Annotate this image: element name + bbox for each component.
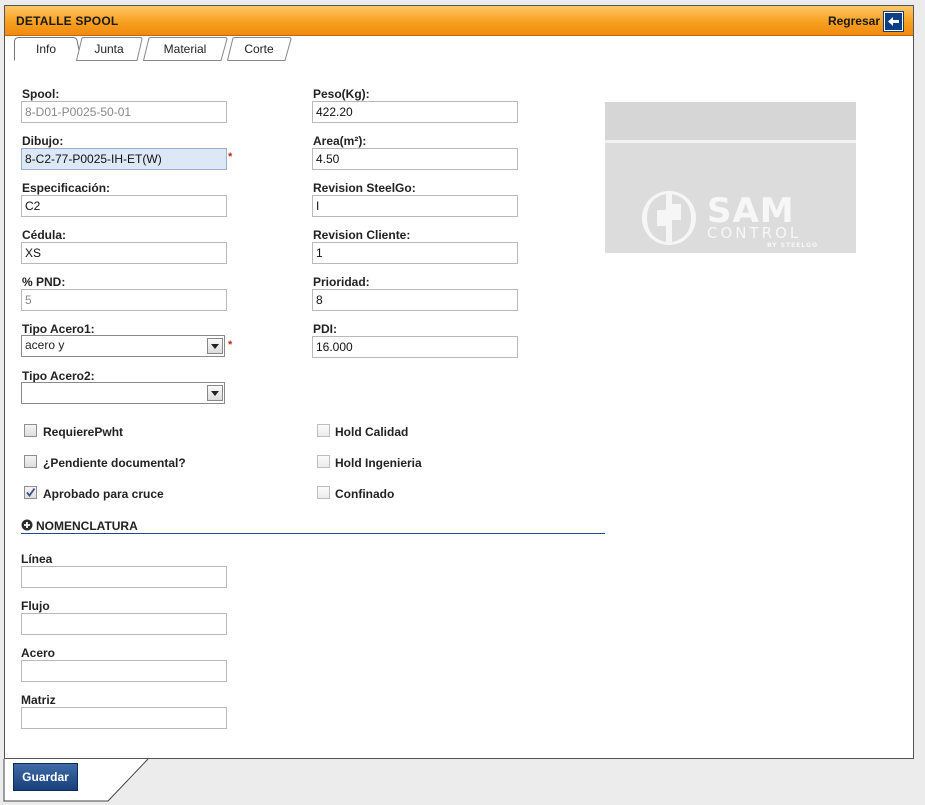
nomenclatura-section-header[interactable]: NOMENCLATURA <box>21 519 605 534</box>
pdi-label: PDI: <box>313 322 337 336</box>
pendiente-documental-label: ¿Pendiente documental? <box>43 456 186 470</box>
aprobado-cruce-label: Aprobado para cruce <box>43 487 164 501</box>
tipo-acero1-value: acero y <box>25 338 65 352</box>
tab-junta-label[interactable]: Junta <box>94 42 123 56</box>
tab-info-label[interactable]: Info <box>36 42 56 56</box>
tab-info[interactable]: Info <box>14 37 82 61</box>
tab-junta[interactable]: Junta <box>76 37 143 61</box>
spool-label: Spool: <box>22 87 60 101</box>
pnd-field[interactable]: 5 <box>21 289 227 311</box>
peso-field[interactable]: 422.20 <box>312 101 518 123</box>
page-header: DETALLE SPOOL Regresar <box>5 6 913 36</box>
page-title: DETALLE SPOOL <box>16 14 119 28</box>
prioridad-label: Prioridad: <box>313 275 370 289</box>
chevron-down-icon[interactable] <box>207 385 223 401</box>
dibujo-field[interactable]: 8-C2-77-P0025-IH-ET(W) <box>21 148 227 170</box>
especificacion-field[interactable]: C2 <box>21 195 227 217</box>
pdi-field[interactable]: 16.000 <box>312 336 518 358</box>
matriz-label: Matriz <box>21 693 56 707</box>
required-marker: * <box>228 151 233 163</box>
revision-cliente-field[interactable]: 1 <box>312 242 518 264</box>
hold-ingenieria-label: Hold Ingenieria <box>335 456 422 470</box>
matriz-field[interactable] <box>21 707 227 729</box>
hold-calidad-checkbox[interactable] <box>317 424 330 437</box>
tipo-acero2-select[interactable] <box>21 382 225 404</box>
linea-field[interactable] <box>21 566 227 588</box>
tab-corte-label[interactable]: Corte <box>244 42 273 56</box>
confinado-label: Confinado <box>335 487 395 501</box>
pendiente-documental-checkbox[interactable] <box>24 455 37 468</box>
back-link[interactable]: Regresar <box>828 10 904 32</box>
revision-steelgo-field[interactable]: I <box>312 195 518 217</box>
aprobado-cruce-checkbox[interactable] <box>24 486 37 499</box>
chevron-down-icon[interactable] <box>207 338 223 354</box>
arrow-left-icon[interactable] <box>883 10 904 32</box>
required-marker: * <box>228 339 233 351</box>
linea-label: Línea <box>21 552 53 566</box>
especificacion-label: Especificación: <box>22 181 111 195</box>
peso-label: Peso(Kg): <box>313 87 370 101</box>
hold-ingenieria-checkbox[interactable] <box>317 455 330 468</box>
pnd-label: % PND: <box>22 275 66 289</box>
nomenclatura-title: NOMENCLATURA <box>36 519 138 533</box>
logo-text-sub: CONTROL <box>707 224 802 242</box>
acero-field[interactable] <box>21 660 227 682</box>
tab-material[interactable]: Material <box>143 37 228 61</box>
flujo-label: Flujo <box>21 599 50 613</box>
sam-control-logo: SAM CONTROL BY STEELGO <box>605 102 856 253</box>
plus-circle-icon[interactable] <box>21 519 33 531</box>
requiere-pwht-checkbox[interactable] <box>24 424 37 437</box>
back-label[interactable]: Regresar <box>828 14 880 28</box>
area-label: Area(m²): <box>313 134 367 148</box>
cedula-field[interactable]: XS <box>21 242 227 264</box>
checkmark-icon <box>26 487 36 497</box>
logo-text-by: BY STEELGO <box>767 242 819 249</box>
tab-material-label[interactable]: Material <box>164 42 207 56</box>
dibujo-label: Dibujo: <box>22 134 64 148</box>
prioridad-field[interactable]: 8 <box>312 289 518 311</box>
requiere-pwht-label: RequierePwht <box>43 425 124 439</box>
spool-detail-panel: DETALLE SPOOL Regresar Info Junta Materi… <box>4 5 914 759</box>
spool-field[interactable]: 8-D01-P0025-50-01 <box>21 101 227 123</box>
logo-text-main: SAM <box>707 191 795 231</box>
hold-calidad-label: Hold Calidad <box>335 425 409 439</box>
cedula-label: Cédula: <box>22 228 67 242</box>
revision-steelgo-label: Revision SteelGo: <box>313 181 416 195</box>
tipo-acero2-label: Tipo Acero2: <box>22 369 95 383</box>
save-button[interactable]: Guardar <box>13 763 78 791</box>
acero-label: Acero <box>21 646 56 660</box>
revision-cliente-label: Revision Cliente: <box>313 228 411 242</box>
area-field[interactable]: 4.50 <box>312 148 518 170</box>
tab-corte[interactable]: Corte <box>227 37 292 61</box>
confinado-checkbox[interactable] <box>317 486 330 499</box>
flujo-field[interactable] <box>21 613 227 635</box>
tipo-acero1-label: Tipo Acero1: <box>22 322 95 336</box>
tipo-acero1-select[interactable]: acero y <box>21 335 225 357</box>
